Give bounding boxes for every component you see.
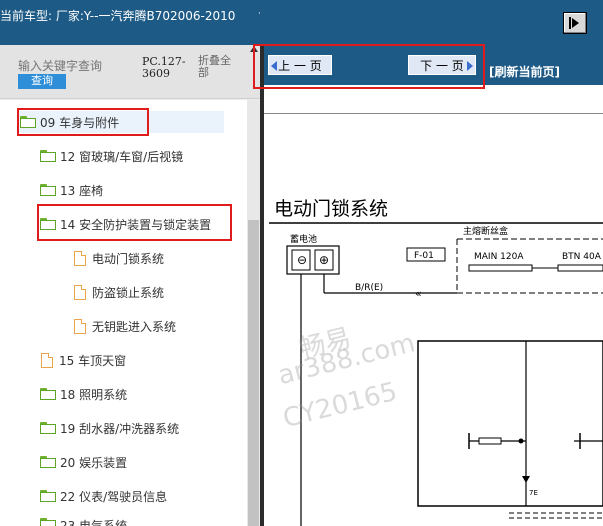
page-icon xyxy=(74,284,86,300)
tree-item-15[interactable]: 15 车顶天窗 xyxy=(41,349,126,371)
refresh-page-link[interactable]: [刷新当前页] xyxy=(489,63,560,80)
tree-item-22[interactable]: 22 仪表/驾驶员信息 xyxy=(40,485,167,507)
tree-item-label: 无钥匙进入系统 xyxy=(92,319,177,334)
tree-item-label: 23 电气系统 xyxy=(60,519,128,526)
fuse1-label: MAIN 120A xyxy=(474,252,524,262)
tree-item-label: 20 娱乐装置 xyxy=(60,455,128,470)
tree-item-power-door-lock[interactable]: 电动门锁系统 xyxy=(74,247,164,269)
resistor-symbol xyxy=(478,437,502,445)
folder-icon xyxy=(40,150,57,162)
tree-item-23[interactable]: 23 电气系统 xyxy=(40,514,127,526)
tree-item-label: 防盗锁止系统 xyxy=(92,285,165,300)
module-box xyxy=(417,340,603,507)
tree-item-label: 18 照明系统 xyxy=(60,387,128,402)
highlight-tree-09 xyxy=(17,108,149,136)
current-model-label: 当前车型: 厂家:Y--一汽奔腾B702006-2010 xyxy=(0,9,236,23)
tree-item-keyless-entry[interactable]: 无钥匙进入系统 xyxy=(74,315,176,337)
tree-scrollbar[interactable] xyxy=(247,100,260,526)
tree-item-13[interactable]: 13 座椅 xyxy=(40,179,103,201)
title-bar: 当前车型: 厂家:Y--一汽奔腾B702006-2010 · xyxy=(0,0,603,45)
fuse2-symbol xyxy=(557,264,603,272)
search-input[interactable] xyxy=(18,57,110,75)
search-button[interactable]: 查询 xyxy=(18,74,66,89)
tree-item-18[interactable]: 18 照明系统 xyxy=(40,383,127,405)
fusebox-label: 主熔断丝盒 xyxy=(463,225,508,237)
exit-button[interactable] xyxy=(563,12,587,34)
tree-item-label: 19 刮水器/冲洗器系统 xyxy=(60,421,180,436)
title-dot: · xyxy=(258,9,261,19)
junction-dot xyxy=(518,438,524,444)
connector-symbol: « xyxy=(415,287,422,300)
fuse2-label: BTN 40A xyxy=(562,252,602,262)
folder-icon xyxy=(40,518,57,526)
folder-icon xyxy=(40,388,57,400)
tree-item-20[interactable]: 20 娱乐装置 xyxy=(40,451,127,473)
content-separator xyxy=(264,113,603,114)
wire-label: B/R(E) xyxy=(355,283,383,293)
arrow-right-icon xyxy=(572,18,579,28)
tree-item-label: 12 窗玻璃/车窗/后视镜 xyxy=(60,149,184,164)
connector-label: F-01 xyxy=(414,251,434,261)
tree-item-label: 13 座椅 xyxy=(60,183,104,198)
battery-minus-icon: ⊖ xyxy=(297,253,307,267)
highlight-tree-14 xyxy=(37,204,232,241)
folder-icon xyxy=(40,422,57,434)
tree-item-label: 15 车顶天窗 xyxy=(59,353,127,368)
tree-item-label: 22 仪表/驾驶员信息 xyxy=(60,489,168,504)
pin-label: 7E xyxy=(529,489,538,497)
tree-item-label: 电动门锁系统 xyxy=(92,251,165,266)
tree-item-19[interactable]: 19 刮水器/冲洗器系统 xyxy=(40,417,179,439)
page-icon xyxy=(41,352,53,368)
exit-icon xyxy=(569,17,571,29)
folder-icon xyxy=(40,456,57,468)
folder-icon xyxy=(40,490,57,502)
folder-icon xyxy=(40,184,57,196)
scrollbar-thumb[interactable] xyxy=(248,220,259,526)
diode-icon xyxy=(522,476,530,483)
page-icon xyxy=(74,318,86,334)
search-area: 查询 PC.127-3609 折叠全部 xyxy=(0,45,260,99)
collapse-all-link[interactable]: 折叠全部 xyxy=(198,55,238,79)
battery-plus-icon: ⊕ xyxy=(319,253,329,267)
battery-label: 蓄电池 xyxy=(290,233,317,245)
fuse1-symbol xyxy=(468,264,533,272)
tree-item-12[interactable]: 12 窗玻璃/车窗/后视镜 xyxy=(40,145,183,167)
highlight-nav-box xyxy=(253,44,485,89)
tree-item-anti-theft[interactable]: 防盗锁止系统 xyxy=(74,281,164,303)
page-icon xyxy=(74,250,86,266)
pc-code: PC.127-3609 xyxy=(142,55,186,80)
